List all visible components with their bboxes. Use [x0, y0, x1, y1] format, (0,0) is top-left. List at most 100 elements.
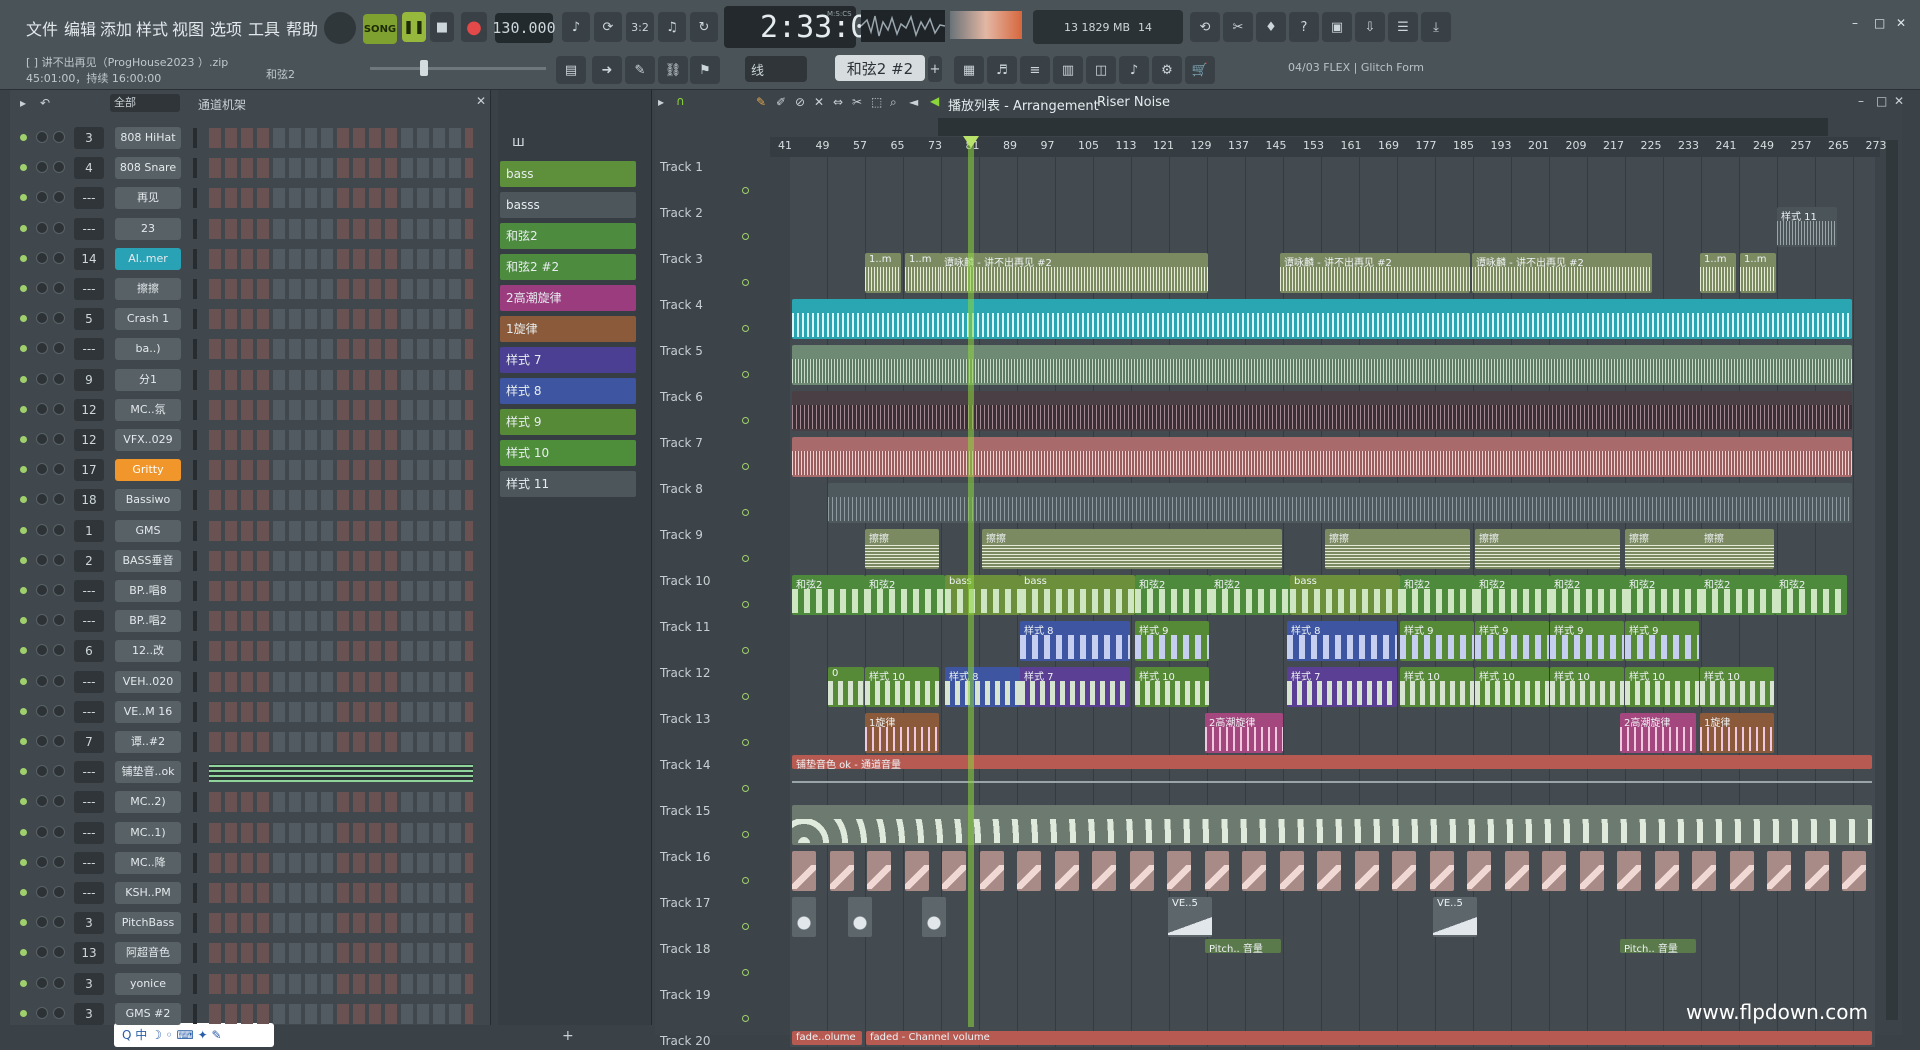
- channel-led-icon[interactable]: [20, 466, 27, 474]
- channel-name[interactable]: 分1: [115, 368, 181, 391]
- volume-knob[interactable]: [53, 161, 65, 174]
- playlist-clip[interactable]: 样式 10: [1135, 667, 1209, 707]
- pan-knob[interactable]: [36, 553, 48, 566]
- channel-name[interactable]: yonice: [115, 972, 181, 995]
- pan-knob[interactable]: [36, 795, 48, 808]
- maximize-icon[interactable]: □: [1876, 94, 1887, 108]
- track-led-icon[interactable]: [742, 923, 749, 930]
- channel-led-icon[interactable]: [20, 647, 27, 655]
- playback-icon[interactable]: ◄: [909, 95, 918, 109]
- wait-input-icon[interactable]: ⟳: [594, 12, 622, 42]
- channel-led-icon[interactable]: [20, 949, 27, 957]
- playlist-clip[interactable]: 2高潮旋律: [1620, 713, 1696, 753]
- playlist-clip[interactable]: 样式 11: [1777, 207, 1837, 247]
- magnet-icon[interactable]: ∩: [676, 94, 685, 108]
- playhead-marker-icon[interactable]: [963, 136, 979, 148]
- playlist-clip[interactable]: [1279, 851, 1304, 891]
- step-sequencer[interactable]: [209, 158, 473, 179]
- browser-icon[interactable]: ≡: [1020, 56, 1050, 84]
- playlist-clip[interactable]: 和弦2: [1625, 575, 1700, 615]
- playlist-clip[interactable]: [867, 851, 891, 891]
- playlist-clip[interactable]: [792, 805, 1872, 845]
- pan-knob[interactable]: [36, 614, 48, 627]
- zoom-icon[interactable]: ⌕: [890, 95, 897, 110]
- volume-knob[interactable]: [53, 735, 65, 747]
- channel-led-icon[interactable]: [20, 738, 27, 745]
- channel-led-icon[interactable]: [20, 889, 27, 896]
- playlist-clip[interactable]: 样式 8: [945, 667, 1020, 707]
- playlist-clip[interactable]: 样式 9: [1550, 621, 1624, 661]
- playlist-clip[interactable]: 样式 7: [1020, 667, 1130, 707]
- step-sequencer[interactable]: [209, 581, 473, 601]
- playlist-clip[interactable]: VE..5: [1168, 897, 1212, 937]
- volume-knob[interactable]: [53, 372, 65, 385]
- channel-row[interactable]: --- MC..降: [10, 849, 480, 879]
- channel-row[interactable]: 12 MC..氛: [10, 396, 480, 426]
- track-header[interactable]: Track 19: [658, 985, 758, 1031]
- mixer-track-number[interactable]: ---: [74, 821, 104, 844]
- pan-knob[interactable]: [36, 312, 48, 325]
- pattern-item[interactable]: 和弦2: [500, 223, 636, 249]
- step-sequencer[interactable]: [209, 490, 473, 511]
- cart-icon[interactable]: 🛒: [1185, 56, 1215, 84]
- pan-knob[interactable]: [36, 493, 48, 506]
- playlist-clip[interactable]: [1429, 851, 1454, 891]
- playlist-clip[interactable]: [1354, 851, 1379, 891]
- track-header[interactable]: Track 1: [658, 157, 758, 203]
- step-sequencer[interactable]: [209, 1003, 473, 1024]
- pan-knob[interactable]: [36, 342, 48, 355]
- pan-knob[interactable]: [36, 282, 48, 294]
- playlist-clip[interactable]: 和弦2: [1775, 575, 1847, 615]
- mixer-track-number[interactable]: 3: [74, 972, 104, 995]
- playlist-clip[interactable]: 和弦2: [1400, 575, 1475, 615]
- channel-led-icon[interactable]: [20, 254, 27, 262]
- stop-button[interactable]: ■: [430, 12, 454, 42]
- volume-knob[interactable]: [53, 584, 65, 596]
- mixer-track-number[interactable]: 14: [74, 247, 104, 270]
- playlist-clip[interactable]: [1204, 851, 1229, 891]
- step-sequencer[interactable]: [209, 701, 473, 722]
- playlist-clip[interactable]: 和弦2: [1475, 575, 1550, 615]
- playlist-clip[interactable]: 样式 10: [1550, 667, 1624, 707]
- pan-knob[interactable]: [36, 674, 48, 687]
- step-sequencer[interactable]: [209, 248, 473, 269]
- channel-name[interactable]: 擦擦: [115, 278, 181, 300]
- render-icon[interactable]: ⇩: [1355, 12, 1385, 42]
- channel-led-icon[interactable]: [20, 858, 27, 866]
- channel-name[interactable]: GMS #2: [115, 1002, 181, 1025]
- channel-row[interactable]: --- 擦擦: [10, 275, 480, 305]
- pan-knob[interactable]: [36, 1006, 48, 1019]
- mic-icon[interactable]: ♦: [1256, 12, 1286, 42]
- playlist-clip[interactable]: [1129, 851, 1154, 891]
- close-window-icon[interactable]: ✕: [1896, 16, 1906, 30]
- playlist-clip[interactable]: [1729, 851, 1754, 891]
- pan-knob[interactable]: [36, 644, 48, 657]
- channel-name[interactable]: BP..唱2: [115, 610, 181, 633]
- channel-led-icon[interactable]: [20, 768, 27, 776]
- track-led-icon[interactable]: [742, 693, 749, 700]
- playlist-clip[interactable]: 样式 10: [1475, 667, 1549, 707]
- channel-led-icon[interactable]: [20, 979, 27, 987]
- pan-knob[interactable]: [36, 855, 48, 868]
- channel-name[interactable]: MC..降: [115, 851, 181, 874]
- channel-row[interactable]: 3 808 HiHat: [10, 124, 480, 154]
- close-icon[interactable]: ✕: [476, 94, 486, 108]
- playlist-clip[interactable]: 和弦2: [865, 575, 945, 615]
- playlist-clip[interactable]: 擦擦: [982, 529, 1282, 569]
- channel-row[interactable]: 2 BASS垂音: [10, 547, 480, 577]
- playlist-clip[interactable]: [1504, 851, 1529, 891]
- track-header[interactable]: Track 3: [658, 249, 758, 295]
- playlist-clip[interactable]: [1167, 851, 1191, 891]
- channel-name[interactable]: Al..mer: [115, 247, 181, 270]
- step-sequencer[interactable]: [209, 309, 473, 330]
- channel-led-icon[interactable]: [20, 164, 27, 172]
- playlist-clip[interactable]: 样式 10: [1700, 667, 1774, 707]
- minimize-icon[interactable]: –: [1858, 94, 1864, 108]
- minimize-window-icon[interactable]: –: [1852, 16, 1858, 30]
- track-header[interactable]: Track 17: [658, 893, 758, 939]
- track-led-icon[interactable]: [742, 739, 749, 746]
- channel-name[interactable]: 23: [115, 217, 181, 240]
- step-sequencer[interactable]: [209, 913, 473, 934]
- track-header[interactable]: Track 6: [658, 387, 758, 433]
- playlist-clip[interactable]: [942, 851, 966, 891]
